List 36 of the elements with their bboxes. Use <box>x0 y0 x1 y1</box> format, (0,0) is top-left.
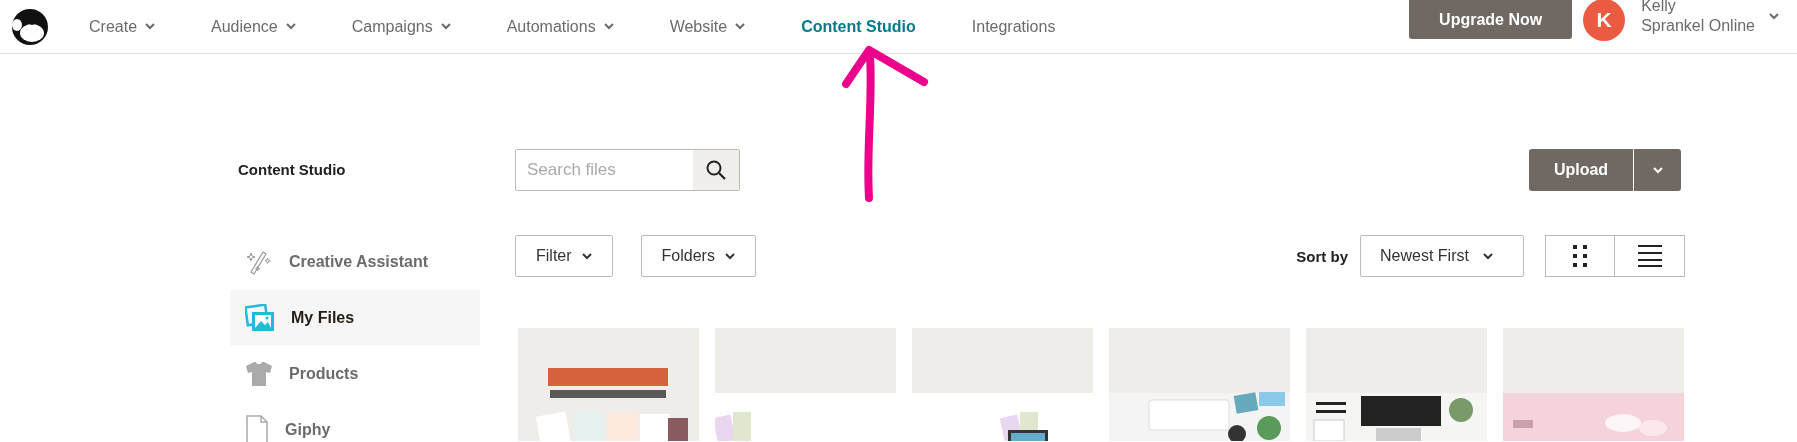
nav-tab[interactable]: Content Studio <box>801 7 916 46</box>
chevron-down-icon <box>1652 166 1663 174</box>
grid-view-button[interactable] <box>1545 235 1615 277</box>
photos-icon <box>245 304 275 332</box>
sidebar-title: Content Studio <box>238 160 347 180</box>
upgrade-button[interactable]: Upgrade Now <box>1409 0 1573 39</box>
list-view-icon <box>1637 245 1662 267</box>
upload-button[interactable]: Upload <box>1529 149 1633 191</box>
account-menu[interactable]: Kelly Sprankel Online <box>1641 0 1779 36</box>
sort-label: Sort by <box>1296 247 1348 265</box>
nav-tab[interactable]: Create <box>89 7 156 46</box>
t-shirt-icon <box>245 361 273 387</box>
sidebar-item[interactable]: Creative Assistant <box>230 234 480 290</box>
filter-dropdown[interactable]: Filter <box>515 235 613 277</box>
chevron-down-icon <box>1769 12 1779 20</box>
grid-view-icon <box>1573 245 1587 267</box>
nav-tab[interactable]: Integrations <box>971 7 1056 46</box>
nav-tab[interactable]: Website <box>669 7 746 46</box>
list-view-button[interactable] <box>1615 235 1685 277</box>
nav-tab[interactable]: Campaigns <box>351 7 451 46</box>
nav-tab[interactable]: Automations <box>506 7 614 46</box>
search-button[interactable] <box>693 150 739 190</box>
chevron-down-icon <box>1482 252 1493 260</box>
file-icon <box>245 415 269 442</box>
avatar: K <box>1583 0 1626 41</box>
chevron-down-icon <box>724 252 735 260</box>
sidebar-item[interactable]: Products <box>230 346 480 402</box>
nav-tab[interactable]: Audience <box>211 7 296 46</box>
upload-menu-button[interactable] <box>1633 149 1681 191</box>
sort-dropdown[interactable]: Newest First <box>1360 235 1524 277</box>
filter-dropdown[interactable]: Folders <box>640 235 756 277</box>
search-field[interactable]: Search files <box>515 149 740 191</box>
sidebar-item[interactable]: My Files <box>230 290 480 346</box>
sidebar-item[interactable]: Giphy <box>230 402 480 442</box>
search-icon <box>706 160 726 180</box>
chevron-down-icon <box>581 252 592 260</box>
